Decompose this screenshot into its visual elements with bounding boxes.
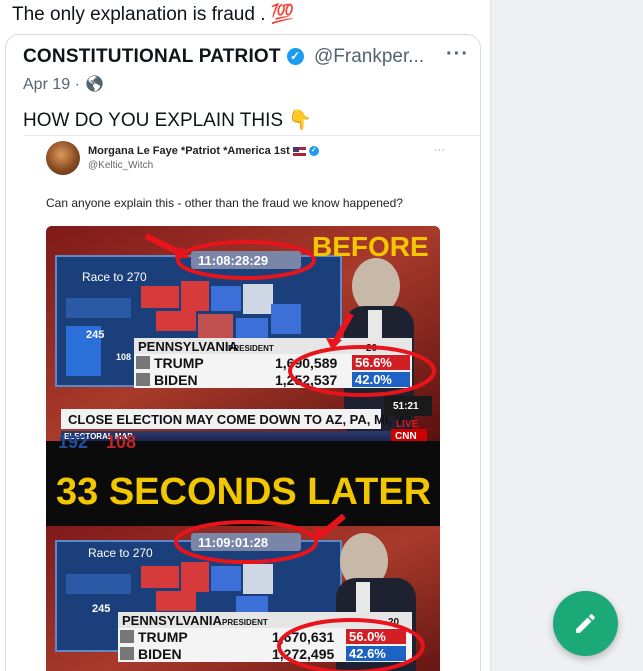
clock-before: 11:08:28:29 — [198, 253, 268, 268]
before-panel: Race to 270 245 108 11:08:28:29 BEFORE P… — [46, 226, 440, 442]
biden-label: BIDEN — [154, 372, 198, 388]
quoted-author-handle[interactable]: @Frankper... — [314, 46, 424, 68]
compose-button[interactable] — [553, 591, 618, 656]
state-label-after: PENNSYLVANIA — [122, 613, 223, 628]
pencil-icon — [576, 614, 595, 633]
quoted-tweet-card[interactable]: CONSTITUTIONAL PATRIOT ✓ @Frankper... ···… — [5, 34, 481, 671]
embedded-screenshot: Morgana Le Faye *Patriot *America 1st ✓ @… — [24, 135, 480, 671]
timeline-column: The only explanation is fraud . 💯 CONSTI… — [0, 0, 490, 671]
ev-108: 108 — [116, 352, 131, 362]
middle-banner: 192 108 33 SECONDS LATER — [46, 432, 440, 526]
inner-author-name-text: Morgana Le Faye *Patriot *America 1st — [88, 145, 290, 157]
quoted-tweet-text: HOW DO YOU EXPLAIN THIS 👇 — [23, 110, 313, 131]
network-label: CNN — [395, 431, 417, 442]
president-label: PRESIDENT — [228, 344, 274, 353]
president-label-after: PRESIDENT — [222, 618, 268, 627]
quoted-date-text: Apr 19 · — [23, 76, 85, 93]
right-sidebar — [490, 0, 643, 671]
before-label: BEFORE — [312, 231, 429, 262]
avatar — [46, 141, 80, 175]
biden-label-after: BIDEN — [138, 646, 182, 662]
more-options-icon[interactable]: ··· — [446, 43, 469, 66]
trump-pct-after: 56.0% — [349, 629, 386, 644]
middle-banner-text: 33 SECONDS LATER — [56, 471, 431, 513]
post-text: The only explanation is fraud . 💯 — [12, 4, 295, 25]
biden-pct-before: 42.0% — [355, 372, 392, 387]
globe-icon: 🌎︎ — [84, 76, 105, 93]
quoted-author-name-text: CONSTITUTIONAL PATRIOT — [23, 46, 281, 67]
news-broadcast-collage: Race to 270 245 108 11:08:28:29 BEFORE P… — [46, 226, 440, 671]
us-flag-icon — [292, 146, 306, 156]
trump-label: TRUMP — [154, 355, 204, 371]
trump-pct-before: 56.6% — [355, 355, 392, 370]
ev-108b: 108 — [106, 432, 136, 452]
ticker-text: CLOSE ELECTION MAY COME DOWN TO AZ, PA, … — [68, 412, 412, 427]
live-label: LIVE — [396, 419, 419, 430]
more-options-icon: ··· — [434, 144, 445, 156]
verified-badge-icon: ✓ — [286, 48, 304, 66]
race-label: Race to 270 — [82, 270, 147, 284]
after-panel: Race to 270 245 11:09:01:28 PENNSYLVANIA… — [46, 513, 440, 671]
ev-245: 245 — [86, 329, 104, 341]
verified-badge-icon: ✓ — [308, 146, 319, 157]
trump-label-after: TRUMP — [138, 629, 188, 645]
inner-author-name: Morgana Le Faye *Patriot *America 1st ✓ — [88, 145, 319, 157]
inner-author-handle: @Keltic_Witch — [88, 160, 154, 171]
time-box: 51:21 — [393, 401, 419, 412]
state-label: PENNSYLVANIA — [138, 339, 239, 354]
tweet-media-image[interactable]: Race to 270 245 108 11:08:28:29 BEFORE P… — [46, 226, 440, 671]
biden-pct-after: 42.6% — [349, 646, 386, 661]
inner-tweet-text: Can anyone explain this - other than the… — [46, 196, 403, 210]
ev-245-after: 245 — [92, 603, 110, 615]
clock-after: 11:09:01:28 — [198, 535, 268, 550]
quoted-author-name[interactable]: CONSTITUTIONAL PATRIOT ✓ — [23, 46, 304, 68]
quoted-date: Apr 19 · 🌎︎ — [23, 74, 105, 94]
race-label-after: Race to 270 — [88, 546, 153, 560]
ev-192: 192 — [58, 432, 88, 452]
